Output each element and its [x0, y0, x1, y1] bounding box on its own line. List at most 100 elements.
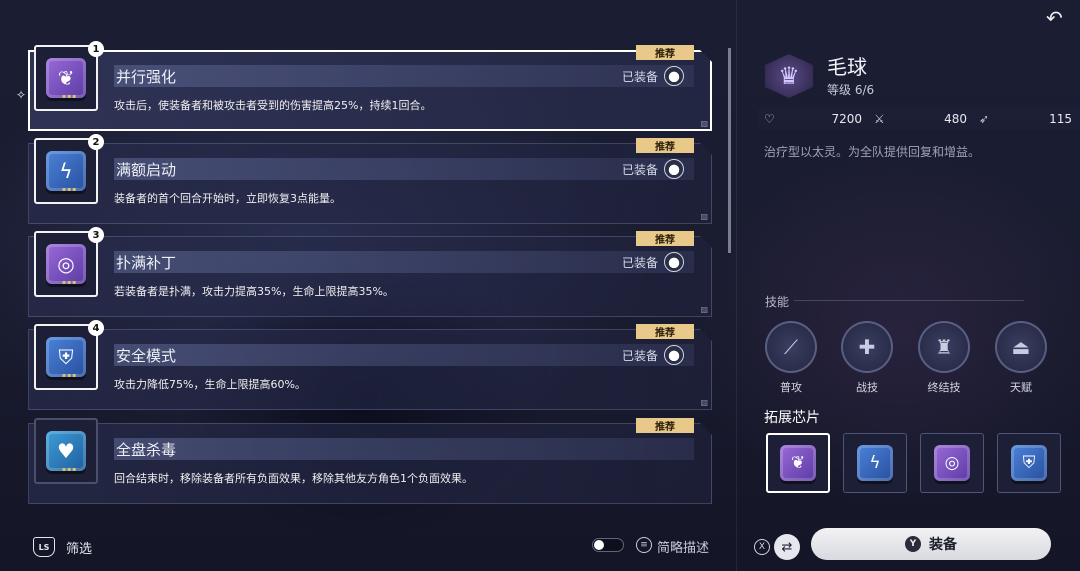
equip-label: 装备 — [929, 537, 957, 553]
slot-number-badge: 3 — [88, 227, 104, 243]
expansion-slot-2[interactable]: ϟ — [843, 433, 907, 493]
card-frame — [28, 143, 712, 224]
lightning-icon: ϟ — [857, 445, 893, 481]
skill-talent[interactable]: ⏏ 天赋 — [992, 321, 1050, 395]
expansion-slot-4[interactable]: ⛨ — [997, 433, 1061, 493]
card-frame — [28, 423, 712, 504]
equipped-label: 已装备 — [621, 348, 658, 363]
chip-title-bar: 并行强化 已装备 — [114, 65, 694, 87]
recommend-tag: 推荐 — [636, 418, 694, 433]
swap-button[interactable]: ⇄ — [774, 534, 800, 560]
card-frame — [28, 50, 712, 131]
chip-thumbnail: ♥ ▪▪▪ — [34, 418, 98, 484]
split-heart-icon: ❦ — [46, 58, 86, 98]
expansion-slot-1[interactable]: ❦ — [766, 433, 830, 493]
chip-description: 装备者的首个回合开始时，立即恢复3点能量。 — [114, 192, 341, 205]
stat-hp-value: 7200 — [831, 112, 862, 126]
recommend-tag: 推荐 — [636, 231, 694, 246]
chip-thumbnail: ❦ ▪▪▪ — [34, 45, 98, 111]
panel-divider — [736, 0, 737, 571]
chip-pins-icon: ▪▪▪ — [62, 372, 78, 379]
toggle-knob — [594, 540, 604, 550]
shield-icon: ⛨ — [1011, 445, 1047, 481]
skill-ultimate[interactable]: ♜ 终结技 — [915, 321, 973, 395]
heart-icon: ♡ — [764, 112, 775, 126]
chip-title: 满额启动 — [116, 160, 177, 179]
hand-icon: ⏏ — [995, 321, 1047, 373]
chip-thumbnail: ϟ ▪▪▪ — [34, 138, 98, 204]
spiral-icon: ◎ — [934, 445, 970, 481]
character-panel: ↶ ♛ 毛球 等级 6/6 ♡ 7200 ⚔ 480 ➶ 115 治疗型以太灵。… — [738, 0, 1080, 571]
stat-hp: ♡ 7200 — [758, 112, 868, 126]
skill-normal-attack[interactable]: ⟋ 普攻 — [762, 321, 820, 395]
character-name: 毛球 — [827, 55, 867, 79]
equipped-status: 已装备 — [622, 158, 684, 180]
list-bottom-bar: LS 筛选 ≡ 简略描述 — [0, 527, 728, 571]
slot-number-badge: 2 — [88, 134, 104, 150]
selected-star-icon: ✧ — [16, 88, 27, 102]
filter-button[interactable]: 筛选 — [66, 538, 92, 557]
chip-thumbnail: ◎ ▪▪▪ — [34, 231, 98, 297]
character-avatar — [664, 159, 684, 179]
chip-title-bar: 扑满补丁 已装备 — [114, 251, 694, 273]
corner-hatch-icon: ▨ — [700, 398, 708, 407]
chip-card-3[interactable]: ◎ ▪▪▪ 3 推荐 扑满补丁 已装备 若装备者是扑满，攻击力提高35%，生命上… — [28, 227, 712, 317]
back-icon[interactable]: ↶ — [1046, 6, 1070, 30]
chip-card-5[interactable]: ♥ ▪▪▪ 推荐 全盘杀毒 回合结束时，移除装备者所有负面效果，移除其他友方角色… — [28, 418, 712, 504]
chip-title-bar: 全盘杀毒 — [114, 438, 694, 460]
corner-hatch-icon: ▨ — [700, 119, 708, 128]
brief-description-label[interactable]: 简略描述 — [657, 537, 709, 556]
chip-thumbnail: ⛨ ▪▪▪ — [34, 324, 98, 390]
skill-name: 普攻 — [780, 381, 802, 394]
chip-pins-icon: ▪▪▪ — [62, 93, 78, 100]
card-frame — [28, 329, 712, 410]
ls-button-icon: LS — [33, 537, 55, 557]
skill-name: 战技 — [856, 381, 878, 394]
card-frame — [28, 236, 712, 317]
character-description: 治疗型以太灵。为全队提供回复和增益。 — [764, 145, 981, 159]
lightning-icon: ϟ — [46, 151, 86, 191]
chip-description: 若装备者是扑满，攻击力提高35%，生命上限提高35%。 — [114, 285, 394, 298]
chip-card-2[interactable]: ϟ ▪▪▪ 2 推荐 满额启动 已装备 装备者的首个回合开始时，立即恢复3点能量… — [28, 134, 712, 224]
character-level: 等级 6/6 — [827, 83, 875, 97]
stat-atk-value: 480 — [944, 112, 967, 126]
corner-hatch-icon: ▨ — [700, 305, 708, 314]
expansion-chips-heading: 拓展芯片 — [764, 410, 820, 426]
equipped-label: 已装备 — [621, 162, 658, 177]
recommend-tag: 推荐 — [636, 45, 694, 60]
crown-icon: ♜ — [918, 321, 970, 373]
list-scrollbar[interactable] — [728, 48, 731, 253]
chip-card-1[interactable]: ❦ ▪▪▪ 1 推荐 并行强化 已装备 攻击后，使装备者和被攻击者受到的伤害提高… — [28, 41, 712, 131]
stat-spd: ➶ 115 — [973, 112, 1078, 126]
recommend-tag: 推荐 — [636, 324, 694, 339]
skill-battle[interactable]: ✚ 战技 — [838, 321, 896, 395]
character-avatar — [664, 252, 684, 272]
chip-card-4[interactable]: ⛨ ▪▪▪ 4 推荐 安全模式 已装备 攻击力降低75%，生命上限提高60%。 … — [28, 320, 712, 410]
chip-description: 攻击后，使装备者和被攻击者受到的伤害提高25%，持续1回合。 — [114, 99, 432, 112]
chip-title: 扑满补丁 — [116, 253, 177, 272]
shield-icon: ⛨ — [46, 337, 86, 377]
recommend-tag: 推荐 — [636, 138, 694, 153]
skills-divider — [794, 300, 1024, 301]
sword-icon: ⚔ — [874, 112, 885, 126]
character-emblem-icon: ♛ — [765, 54, 813, 98]
character-avatar — [664, 345, 684, 365]
stat-atk: ⚔ 480 — [868, 112, 973, 126]
skill-name: 终结技 — [927, 381, 961, 394]
slot-number-badge: 4 — [88, 320, 104, 336]
chip-title: 全盘杀毒 — [116, 440, 177, 459]
stats-bar: ♡ 7200 ⚔ 480 ➶ 115 — [758, 108, 1080, 130]
character-avatar — [664, 66, 684, 86]
cross-icon: ✚ — [841, 321, 893, 373]
equip-button[interactable]: Y 装备 — [811, 528, 1051, 560]
brief-description-toggle[interactable] — [592, 538, 624, 552]
chip-title: 安全模式 — [116, 346, 177, 365]
action-bar: X ⇄ Y 装备 — [738, 527, 1080, 571]
spiral-icon: ◎ — [46, 244, 86, 284]
chip-title-bar: 安全模式 已装备 — [114, 344, 694, 366]
x-button-icon: X — [754, 539, 770, 555]
chip-description: 回合结束时，移除装备者所有负面效果，移除其他友方角色1个负面效果。 — [114, 472, 473, 485]
chip-title-bar: 满额启动 已装备 — [114, 158, 694, 180]
equipped-label: 已装备 — [621, 255, 658, 270]
expansion-slot-3[interactable]: ◎ — [920, 433, 984, 493]
